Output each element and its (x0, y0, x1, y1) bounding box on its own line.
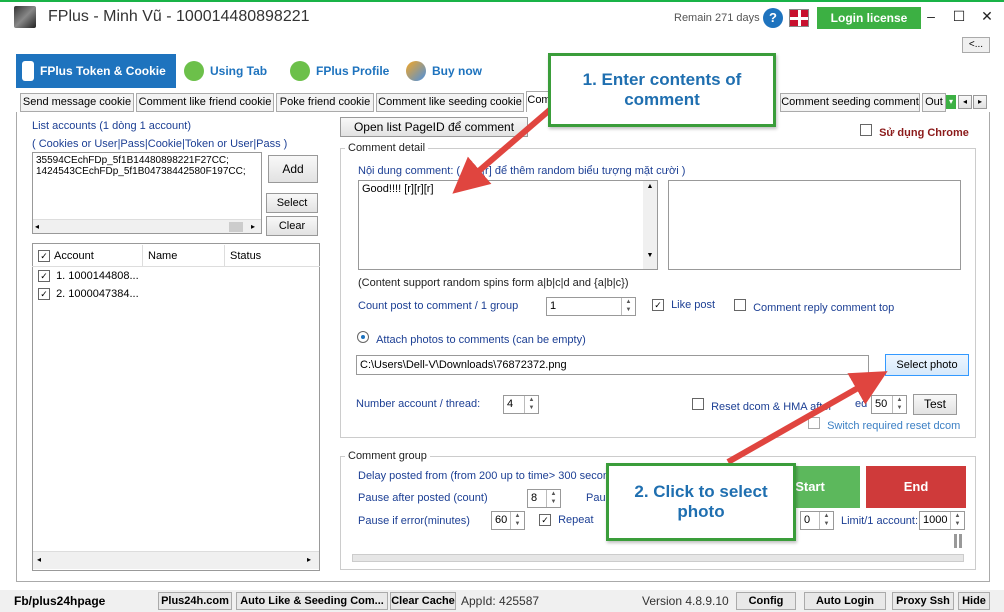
fb-page-link[interactable]: Fb/plus24hpage (14, 594, 105, 608)
clear-cache-button[interactable]: Clear Cache (390, 592, 456, 610)
plus24h-button[interactable]: Plus24h.com (158, 592, 232, 610)
arrow-to-comment (452, 105, 554, 194)
config-button[interactable]: Config (736, 592, 796, 610)
hide-button[interactable]: Hide (958, 592, 990, 610)
version-label: Version 4.8.9.10 (642, 594, 729, 608)
callout-select-photo: 2. Click to select photo (606, 463, 796, 541)
appid-label: AppId: 425587 (461, 594, 540, 608)
auto-login-button[interactable]: Auto Login (804, 592, 886, 610)
callout-enter-contents: 1. Enter contents of comment (548, 53, 776, 127)
annotation-arrows (452, 105, 888, 465)
proxy-ssh-button[interactable]: Proxy Ssh (892, 592, 954, 610)
auto-like-seeding-button[interactable]: Auto Like & Seeding Com... (236, 592, 388, 610)
arrow-to-select-photo (726, 371, 888, 465)
